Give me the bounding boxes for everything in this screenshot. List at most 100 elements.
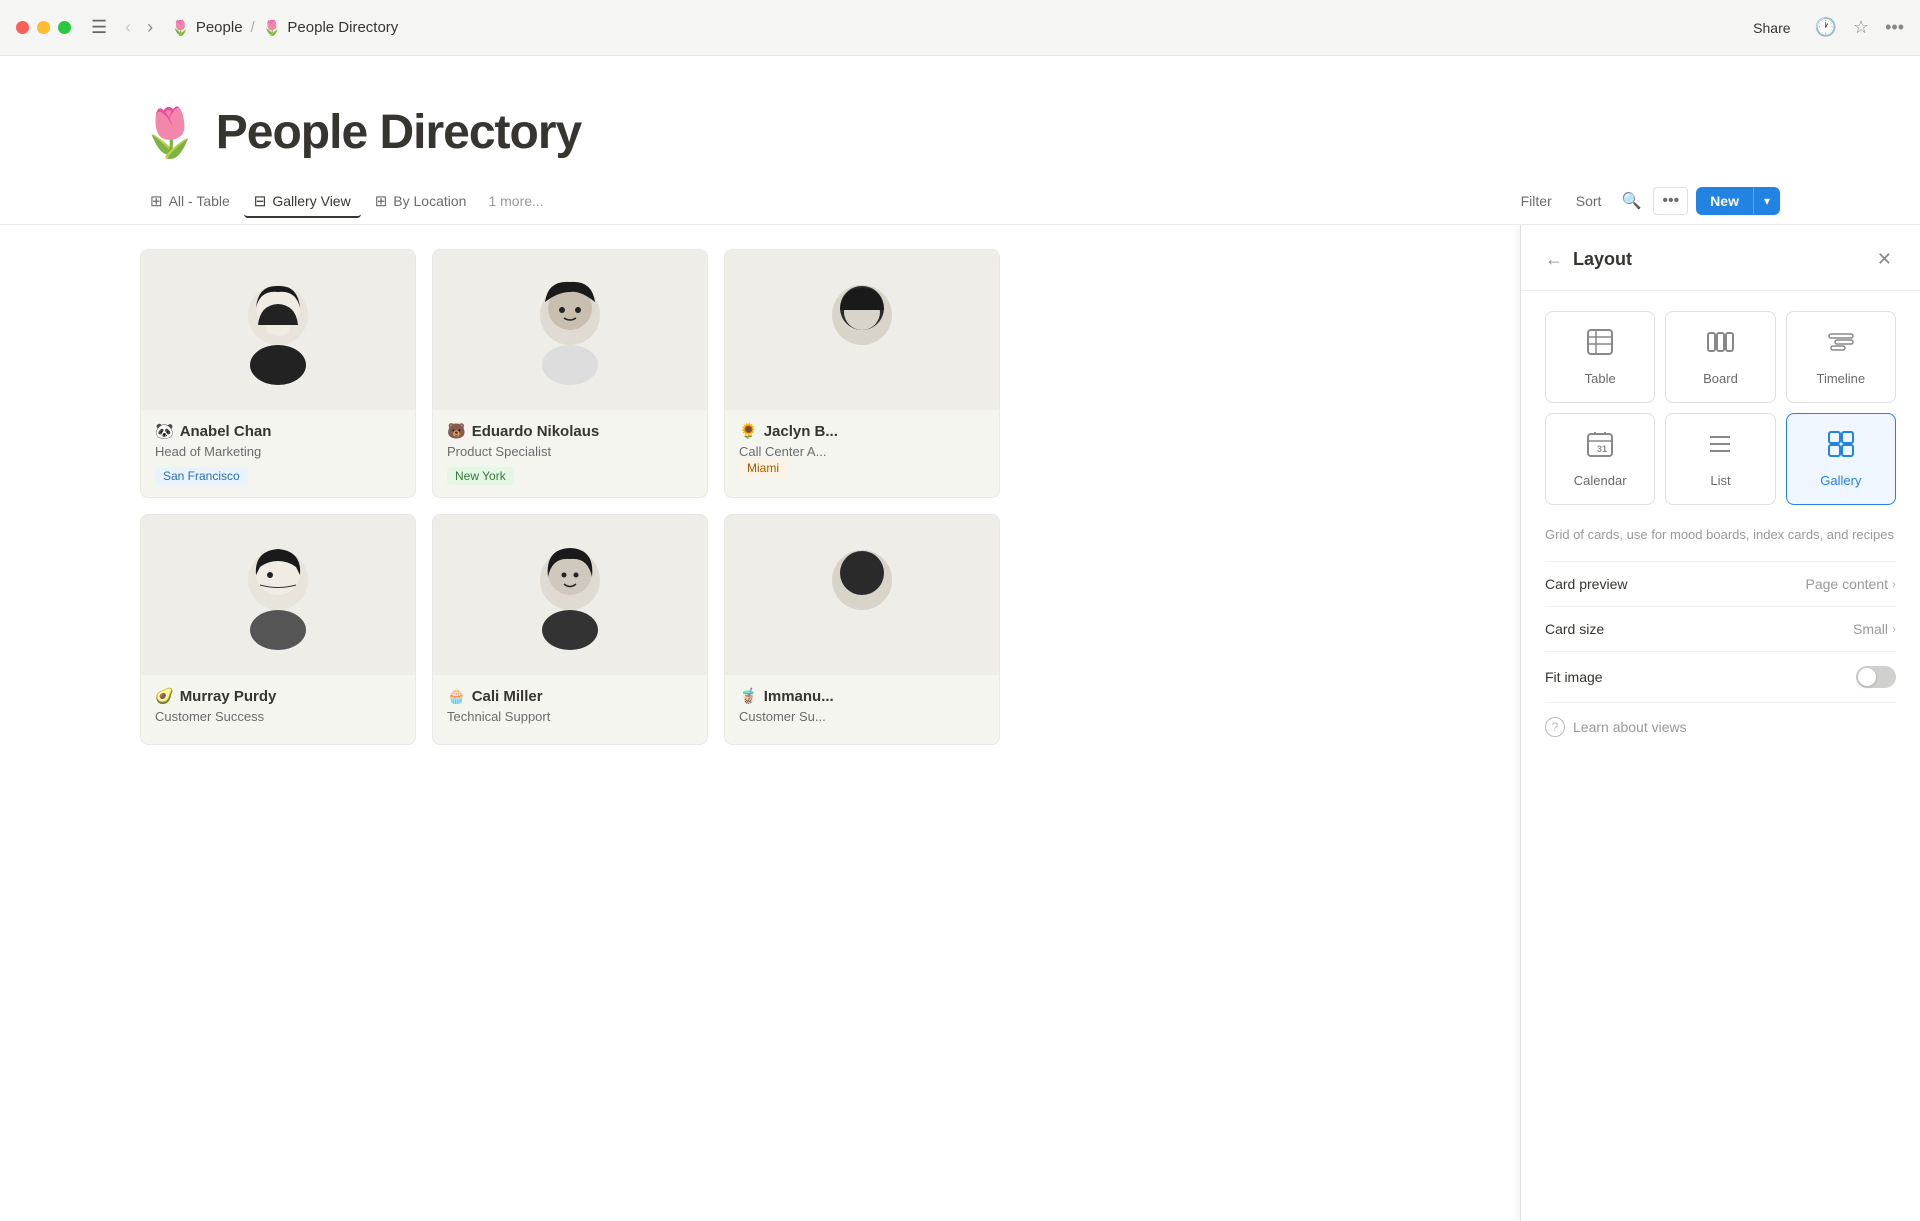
page-title-row: 🌷 People Directory (140, 104, 1780, 161)
gallery-card-3[interactable]: 🌻 Jaclyn B... Call Center A... Miami (724, 249, 1000, 498)
card-tag-1: San Francisco (155, 467, 248, 485)
panel-back-button[interactable]: ← (1545, 249, 1563, 270)
card-name-6: 🧋 Immanu... (739, 687, 985, 705)
more-tabs-link[interactable]: 1 more... (480, 187, 551, 215)
card-image-2 (433, 250, 707, 410)
maximize-button[interactable] (58, 21, 71, 34)
gallery-layout-icon (1827, 430, 1855, 465)
panel-header: ← Layout ✕ (1521, 225, 1920, 291)
minimize-button[interactable] (37, 21, 50, 34)
page-header: 🌷 People Directory (0, 56, 1920, 177)
card-emoji-4: 🥑 (155, 687, 174, 705)
sidebar-toggle-icon[interactable]: ☰ (91, 17, 107, 38)
layout-option-timeline[interactable]: Timeline (1786, 311, 1896, 403)
panel-close-button[interactable]: ✕ (1873, 245, 1896, 274)
card-size-value-text: Small (1853, 621, 1888, 637)
card-image-6 (725, 515, 999, 675)
layout-option-calendar[interactable]: 31 Calendar (1545, 413, 1655, 505)
svg-text:31: 31 (1597, 444, 1607, 454)
tab-gallery-view[interactable]: ⊟ Gallery View (244, 186, 361, 218)
table-layout-label: Table (1585, 371, 1616, 386)
gallery-card-2[interactable]: 🐻 Eduardo Nikolaus Product Specialist Ne… (432, 249, 708, 498)
nav-arrows: ‹ › (119, 13, 159, 42)
card-preview-row[interactable]: Card preview Page content › (1521, 562, 1920, 606)
learn-views-link[interactable]: ? Learn about views (1521, 703, 1920, 751)
gallery-card-5[interactable]: 🧁 Cali Miller Technical Support (432, 514, 708, 745)
card-image-3 (725, 250, 999, 410)
card-name-1: 🐼 Anabel Chan (155, 422, 401, 440)
card-size-value: Small › (1853, 621, 1896, 637)
list-layout-icon (1706, 430, 1734, 465)
breadcrumb: 🌷 People / 🌷 People Directory (171, 19, 1733, 37)
card-preview-value-text: Page content (1805, 576, 1888, 592)
card-role-3: Call Center A... (739, 444, 985, 459)
gallery-card-4[interactable]: 🥑 Murray Purdy Customer Success (140, 514, 416, 745)
close-button[interactable] (16, 21, 29, 34)
layout-option-table[interactable]: Table (1545, 311, 1655, 403)
card-role-1: Head of Marketing (155, 444, 401, 459)
avatar-jaclyn (812, 270, 912, 390)
share-button[interactable]: Share (1745, 16, 1798, 40)
history-icon[interactable]: 🕐 (1815, 17, 1837, 38)
main-content: 🐼 Anabel Chan Head of Marketing San Fran… (0, 225, 1920, 1221)
forward-button[interactable]: › (141, 13, 159, 42)
help-icon: ? (1545, 717, 1565, 737)
avatar-murray (228, 535, 328, 655)
layout-options-grid: Table Board (1521, 291, 1920, 525)
card-size-row[interactable]: Card size Small › (1521, 607, 1920, 651)
card-body-5: 🧁 Cali Miller Technical Support (433, 675, 707, 744)
breadcrumb-people[interactable]: 🌷 People (171, 19, 242, 37)
gallery-tab-icon: ⊟ (254, 192, 267, 210)
gallery-card-1[interactable]: 🐼 Anabel Chan Head of Marketing San Fran… (140, 249, 416, 498)
more-toolbar-button[interactable]: ••• (1653, 187, 1688, 215)
card-role-4: Customer Success (155, 709, 401, 724)
fit-image-label: Fit image (1545, 669, 1603, 685)
gallery-card-6[interactable]: 🧋 Immanu... Customer Su... (724, 514, 1000, 745)
toolbar-right: Filter Sort 🔍 ••• New ▾ (1513, 187, 1780, 215)
card-role-5: Technical Support (447, 709, 693, 724)
card-body-2: 🐻 Eduardo Nikolaus Product Specialist Ne… (433, 410, 707, 497)
toggle-knob (1858, 668, 1876, 686)
layout-option-board[interactable]: Board (1665, 311, 1775, 403)
tab-by-location-label: By Location (393, 193, 466, 209)
favorite-icon[interactable]: ☆ (1853, 17, 1869, 38)
back-button[interactable]: ‹ (119, 13, 137, 42)
learn-views-label: Learn about views (1573, 719, 1687, 735)
card-size-chevron: › (1892, 622, 1896, 636)
breadcrumb-people-label: People (196, 19, 243, 36)
breadcrumb-page[interactable]: 🌷 People Directory (263, 19, 399, 37)
fit-image-toggle[interactable] (1856, 666, 1896, 688)
card-image-1 (141, 250, 415, 410)
layout-option-gallery[interactable]: Gallery (1786, 413, 1896, 505)
card-emoji-1: 🐼 (155, 422, 174, 440)
card-emoji-5: 🧁 (447, 687, 466, 705)
card-name-4: 🥑 Murray Purdy (155, 687, 401, 705)
gallery-grid: 🐼 Anabel Chan Head of Marketing San Fran… (140, 249, 1000, 745)
search-button[interactable]: 🔍 (1617, 187, 1645, 215)
sort-button[interactable]: Sort (1568, 189, 1610, 213)
card-name-3: 🌻 Jaclyn B... (739, 422, 985, 440)
layout-option-list[interactable]: List (1665, 413, 1775, 505)
board-layout-icon (1706, 328, 1734, 363)
more-options-icon[interactable]: ••• (1885, 17, 1904, 38)
tab-by-location[interactable]: ⊞ By Location (365, 186, 477, 218)
tab-all-table-label: All - Table (169, 193, 230, 209)
toolbar: ⊞ All - Table ⊟ Gallery View ⊞ By Locati… (0, 177, 1920, 225)
page-emoji-breadcrumb: 🌷 (263, 19, 282, 37)
new-button-chevron[interactable]: ▾ (1753, 188, 1780, 214)
page-emoji: 🌷 (140, 104, 200, 161)
list-layout-label: List (1710, 473, 1730, 488)
card-body-3: 🌻 Jaclyn B... Call Center A... Miami (725, 410, 999, 489)
breadcrumb-page-label: People Directory (287, 19, 398, 36)
panel-header-left: ← Layout (1545, 249, 1632, 270)
card-name-2: 🐻 Eduardo Nikolaus (447, 422, 693, 440)
new-button[interactable]: New (1696, 187, 1753, 215)
table-layout-icon (1586, 328, 1614, 363)
tab-all-table[interactable]: ⊞ All - Table (140, 186, 240, 218)
card-preview-value: Page content › (1805, 576, 1896, 592)
gallery-layout-label: Gallery (1820, 473, 1861, 488)
card-image-5 (433, 515, 707, 675)
card-emoji-6: 🧋 (739, 687, 758, 705)
fit-image-row: Fit image (1521, 652, 1920, 702)
filter-button[interactable]: Filter (1513, 189, 1560, 213)
